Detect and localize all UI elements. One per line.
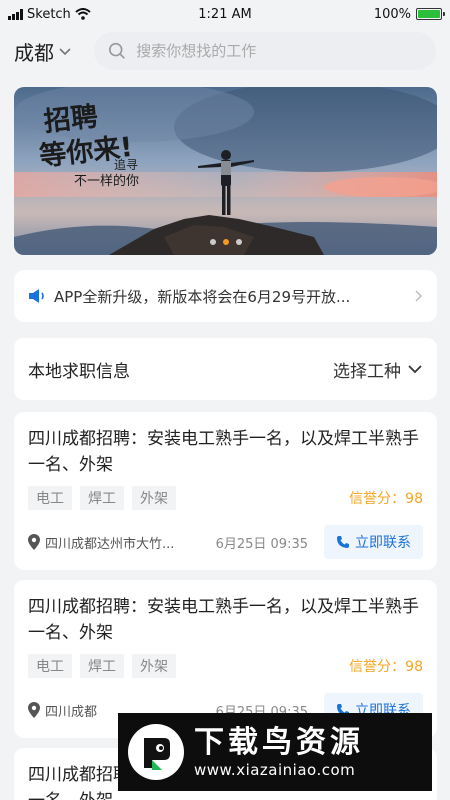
- job-type-filter[interactable]: 选择工种: [333, 357, 423, 382]
- job-tag: 电工: [28, 654, 72, 678]
- watermark: 下载鸟资源 www.xiazainiao.com: [118, 713, 432, 791]
- city-selector[interactable]: 成都: [14, 37, 94, 66]
- wifi-icon: [75, 8, 91, 20]
- announcement-bar[interactable]: APP全新升级，新版本将会在6月29号开放...: [14, 270, 437, 322]
- speaker-icon: [29, 289, 44, 303]
- credit-score: 信誉分：98: [349, 659, 423, 675]
- job-tag: 电工: [28, 486, 72, 510]
- search-bar[interactable]: [94, 32, 436, 70]
- signal-icon: [8, 8, 23, 20]
- banner-image: 招聘 等你来! 追寻 不一样的你: [14, 87, 437, 255]
- job-title: 四川成都招聘：安装电工熟手一名，以及焊工半熟手一名、外架: [28, 597, 419, 643]
- carousel-dot[interactable]: [209, 239, 216, 245]
- chevron-down-icon: [59, 48, 71, 56]
- carousel-dots[interactable]: [209, 239, 242, 245]
- job-tag: 外架: [132, 654, 176, 678]
- battery-percent: 100%: [373, 6, 411, 22]
- section-title: 本地求职信息: [28, 361, 130, 382]
- carrier-label: Sketch: [27, 6, 71, 22]
- bird-logo-icon: [128, 724, 184, 780]
- promo-banner[interactable]: 招聘 等你来! 追寻 不一样的你: [14, 87, 437, 255]
- post-time: 6月25日 09:35: [215, 536, 308, 552]
- chevron-right-icon: [415, 290, 423, 302]
- announcement-text: APP全新升级，新版本将会在6月29号开放...: [54, 287, 351, 306]
- contact-label: 立即联系: [355, 535, 411, 551]
- location-pin-icon: [28, 534, 40, 550]
- location-text: 四川成都: [45, 704, 98, 720]
- chevron-down-icon: [408, 365, 422, 374]
- search-icon: [109, 42, 125, 59]
- watermark-url: www.xiazainiao.com: [194, 761, 356, 779]
- city-label: 成都: [14, 40, 54, 65]
- filter-label: 选择工种: [333, 361, 401, 382]
- contact-now-button[interactable]: 立即联系: [324, 525, 423, 559]
- search-input[interactable]: [136, 42, 422, 60]
- status-bar: Sketch 1:21 AM 100%: [0, 0, 450, 28]
- job-location: 四川成都达州市大竹...: [28, 533, 193, 552]
- watermark-title: 下载鸟资源: [194, 725, 364, 760]
- job-tag: 焊工: [80, 654, 124, 678]
- clock: 1:21 AM: [198, 6, 252, 22]
- credit-score: 信誉分：98: [349, 491, 423, 507]
- job-card[interactable]: 四川成都招聘：安装电工熟手一名，以及焊工半熟手一名、外架 电工 焊工 外架 信誉…: [14, 412, 437, 570]
- header: 成都: [0, 30, 450, 72]
- banner-slogan-2: 不一样的你: [74, 173, 139, 189]
- phone-icon: [337, 536, 349, 548]
- job-tag: 焊工: [80, 486, 124, 510]
- carousel-dot[interactable]: [235, 239, 242, 245]
- banner-headline-1: 招聘: [42, 101, 99, 137]
- banner-slogan-1: 追寻: [114, 157, 138, 172]
- job-title: 四川成都招聘：安装电工熟手一名，以及焊工半熟手一名、外架: [28, 429, 419, 475]
- local-jobs-header: 本地求职信息 选择工种: [14, 338, 437, 400]
- carousel-dot-active[interactable]: [222, 239, 229, 245]
- job-tag: 外架: [132, 486, 176, 510]
- location-text: 四川成都达州市大竹...: [45, 536, 175, 552]
- location-pin-icon: [28, 702, 40, 718]
- battery-icon: [416, 8, 445, 20]
